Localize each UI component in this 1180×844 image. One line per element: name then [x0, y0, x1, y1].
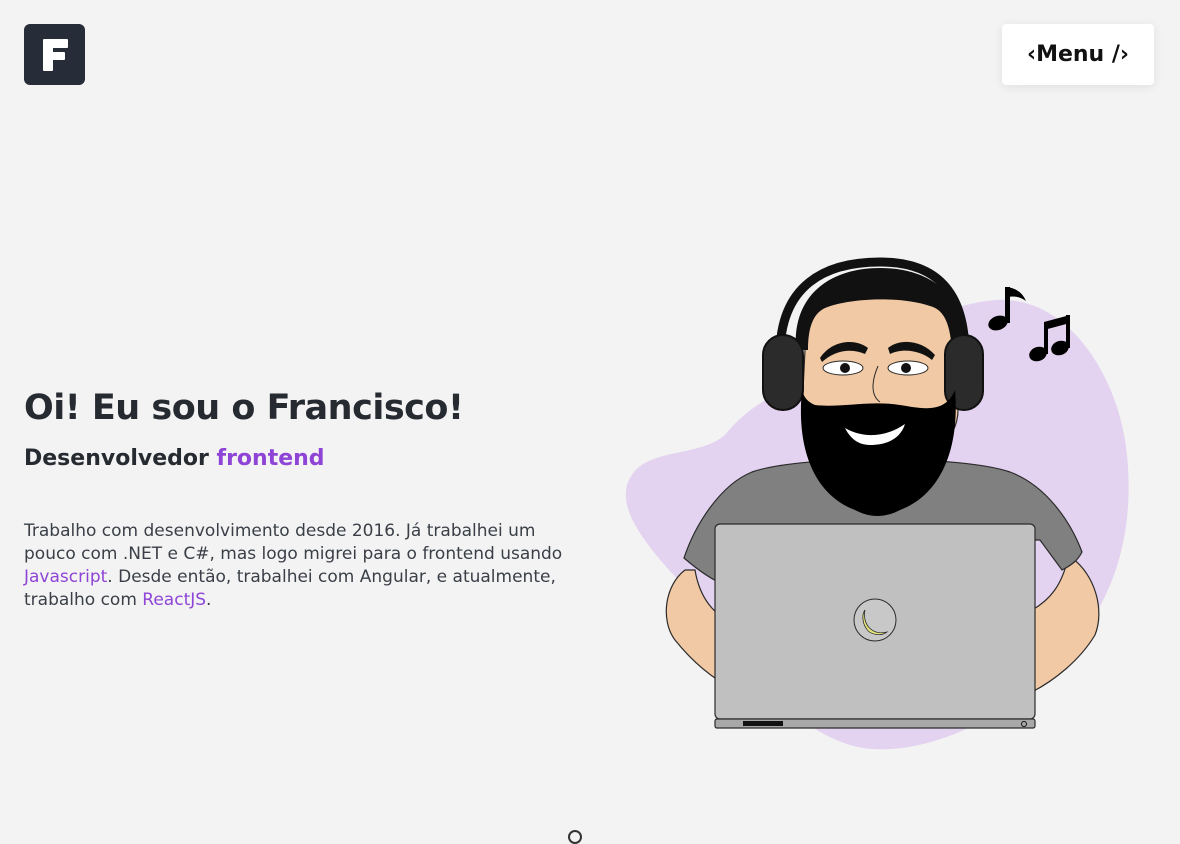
javascript-link[interactable]: Javascript — [24, 567, 107, 587]
developer-illustration — [625, 257, 1129, 750]
right-pupil — [901, 363, 911, 373]
description-text: . — [206, 590, 212, 610]
subtitle-prefix: Desenvolvedor — [24, 446, 217, 471]
scroll-down-indicator[interactable] — [568, 830, 582, 844]
hero-title: Oi! Eu sou o Francisco! — [24, 388, 464, 428]
left-pupil — [840, 363, 850, 373]
subtitle-accent: frontend — [216, 446, 325, 471]
description-text: Trabalho com desenvolvimento desde 2016.… — [24, 521, 563, 564]
hero-description: Trabalho com desenvolvimento desde 2016.… — [24, 520, 584, 612]
banana-logo-icon — [853, 598, 897, 642]
laptop-vent — [743, 721, 783, 726]
hero-subtitle: Desenvolvedor frontend — [24, 446, 325, 471]
left-ear-cup — [762, 334, 804, 411]
logo-f-mark — [42, 38, 68, 71]
logo[interactable] — [24, 24, 85, 85]
menu-button[interactable]: ‹Menu /› — [1002, 24, 1154, 85]
reactjs-link[interactable]: ReactJS — [142, 590, 206, 610]
